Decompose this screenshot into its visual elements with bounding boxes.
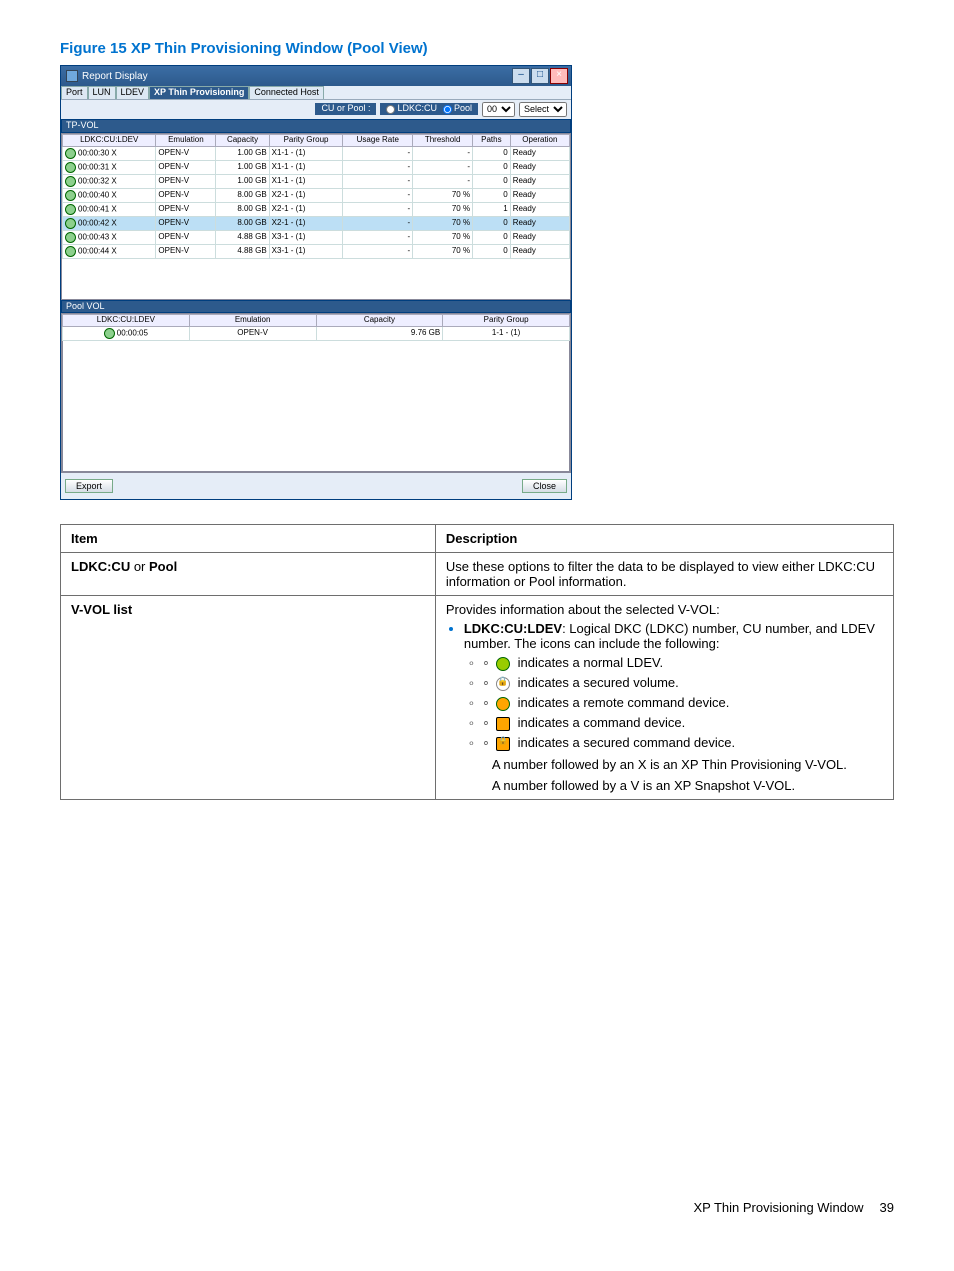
select-dropdown[interactable]: Select bbox=[519, 102, 567, 117]
window-title: Report Display bbox=[82, 71, 148, 82]
col-ldev[interactable]: LDKC:CU:LDEV bbox=[63, 134, 156, 146]
cu-dropdown[interactable]: 00 bbox=[482, 102, 515, 117]
remote-command-device-icon bbox=[496, 697, 510, 711]
vvol-note-v: A number followed by a V is an XP Snapsh… bbox=[492, 778, 883, 793]
desc-item-vvol: V-VOL list bbox=[71, 602, 132, 617]
tab-port[interactable]: Port bbox=[61, 86, 88, 99]
footer-section: XP Thin Provisioning Window bbox=[693, 1200, 863, 1215]
col-paths[interactable]: Paths bbox=[473, 134, 511, 146]
poolvol-grid: LDKC:CU:LDEV Emulation Capacity Parity G… bbox=[61, 313, 571, 473]
filter-row: CU or Pool : LDKC:CU Pool 00 Select bbox=[61, 99, 571, 119]
tpvol-section-header: TP-VOL bbox=[61, 119, 571, 133]
icon-remote-desc: indicates a remote command device. bbox=[482, 695, 883, 711]
table-row[interactable]: 00:00:05OPEN-V9.76 GB1-1 - (1) bbox=[63, 327, 570, 341]
figure-caption: Figure 15 XP Thin Provisioning Window (P… bbox=[60, 40, 894, 57]
secured-volume-icon bbox=[496, 677, 510, 691]
command-device-icon bbox=[496, 717, 510, 731]
col-parity-group[interactable]: Parity Group bbox=[269, 134, 343, 146]
ldev-icon bbox=[104, 328, 115, 339]
app-icon bbox=[66, 70, 78, 82]
desc-row-vvol: V-VOL list Provides information about th… bbox=[61, 596, 894, 800]
col-capacity[interactable]: Capacity bbox=[216, 134, 269, 146]
desc-header-description: Description bbox=[435, 525, 893, 553]
ldev-icon bbox=[65, 148, 76, 159]
radio-pool[interactable]: Pool bbox=[443, 104, 472, 114]
table-row[interactable]: 00:00:32 XOPEN-V1.00 GBX1-1 - (1)--0Read… bbox=[63, 174, 570, 188]
minimize-button[interactable]: – bbox=[512, 68, 530, 84]
table-row[interactable]: 00:00:42 XOPEN-V8.00 GBX2-1 - (1)-70 %0R… bbox=[63, 216, 570, 230]
tab-connected-host[interactable]: Connected Host bbox=[249, 86, 324, 99]
footer-page: 39 bbox=[880, 1200, 894, 1215]
table-row[interactable]: 00:00:31 XOPEN-V1.00 GBX1-1 - (1)--0Read… bbox=[63, 160, 570, 174]
ldev-icon bbox=[65, 162, 76, 173]
maximize-button[interactable]: □ bbox=[531, 68, 549, 84]
desc-item-ldkccu: LDKC:CU bbox=[71, 559, 130, 574]
ldkc-label: LDKC:CU:LDEV bbox=[464, 621, 562, 636]
vvol-ldkc-item: LDKC:CU:LDEV: Logical DKC (LDKC) number,… bbox=[464, 621, 883, 793]
table-row[interactable]: 00:00:44 XOPEN-V4.88 GBX3-1 - (1)-70 %0R… bbox=[63, 244, 570, 258]
ldev-icon bbox=[65, 190, 76, 201]
col-usage-rate[interactable]: Usage Rate bbox=[343, 134, 413, 146]
ldev-icon bbox=[65, 218, 76, 229]
tab-lun[interactable]: LUN bbox=[88, 86, 116, 99]
col-operation[interactable]: Operation bbox=[510, 134, 569, 146]
tabs: Port LUN LDEV XP Thin Provisioning Conne… bbox=[61, 86, 571, 99]
vvol-note-x: A number followed by an X is an XP Thin … bbox=[492, 757, 883, 772]
desc-text-filter: Use these options to filter the data to … bbox=[435, 553, 893, 596]
titlebar: Report Display – □ × bbox=[61, 66, 571, 86]
icon-cmd-desc: indicates a command device. bbox=[482, 715, 883, 731]
col-threshold[interactable]: Threshold bbox=[413, 134, 473, 146]
export-button[interactable]: Export bbox=[65, 479, 113, 493]
table-row[interactable]: 00:00:41 XOPEN-V8.00 GBX2-1 - (1)-70 %1R… bbox=[63, 202, 570, 216]
close-button[interactable]: × bbox=[550, 68, 568, 84]
secured-command-device-icon bbox=[496, 737, 510, 751]
col-poolvol-ldev[interactable]: LDKC:CU:LDEV bbox=[63, 315, 190, 327]
desc-item-or: or bbox=[130, 559, 149, 574]
col-poolvol-capacity[interactable]: Capacity bbox=[316, 315, 443, 327]
vvol-intro: Provides information about the selected … bbox=[446, 602, 883, 617]
desc-header-item: Item bbox=[61, 525, 436, 553]
desc-item-pool: Pool bbox=[149, 559, 177, 574]
icon-secured-desc: indicates a secured volume. bbox=[482, 675, 883, 691]
tpvol-grid: LDKC:CU:LDEV Emulation Capacity Parity G… bbox=[61, 133, 571, 300]
table-row[interactable]: 00:00:30 XOPEN-V1.00 GBX1-1 - (1)--0Read… bbox=[63, 146, 570, 160]
table-row[interactable]: 00:00:40 XOPEN-V8.00 GBX2-1 - (1)-70 %0R… bbox=[63, 188, 570, 202]
desc-row-filter: LDKC:CU or Pool Use these options to fil… bbox=[61, 553, 894, 596]
page-footer: XP Thin Provisioning Window 39 bbox=[60, 1200, 894, 1215]
col-emulation[interactable]: Emulation bbox=[156, 134, 216, 146]
ldev-icon bbox=[65, 232, 76, 243]
report-window: Report Display – □ × Port LUN LDEV XP Th… bbox=[60, 65, 572, 500]
tab-ldev[interactable]: LDEV bbox=[116, 86, 150, 99]
col-poolvol-parity-group[interactable]: Parity Group bbox=[443, 315, 570, 327]
ldev-icon bbox=[65, 246, 76, 257]
filter-label: CU or Pool : bbox=[315, 103, 376, 115]
poolvol-section-header: Pool VOL bbox=[61, 300, 571, 314]
normal-ldev-icon bbox=[496, 657, 510, 671]
icon-seccmd-desc: indicates a secured command device. bbox=[482, 735, 883, 751]
radio-ldkc-cu[interactable]: LDKC:CU bbox=[386, 104, 437, 114]
ldev-icon bbox=[65, 204, 76, 215]
description-table: Item Description LDKC:CU or Pool Use the… bbox=[60, 524, 894, 800]
close-action-button[interactable]: Close bbox=[522, 479, 567, 493]
ldev-icon bbox=[65, 176, 76, 187]
col-poolvol-emulation[interactable]: Emulation bbox=[189, 315, 316, 327]
table-row[interactable]: 00:00:43 XOPEN-V4.88 GBX3-1 - (1)-70 %0R… bbox=[63, 230, 570, 244]
icon-normal-desc: indicates a normal LDEV. bbox=[482, 655, 883, 671]
tab-xp-thin-provisioning[interactable]: XP Thin Provisioning bbox=[149, 86, 249, 99]
filter-radio-group: LDKC:CU Pool bbox=[380, 103, 478, 115]
